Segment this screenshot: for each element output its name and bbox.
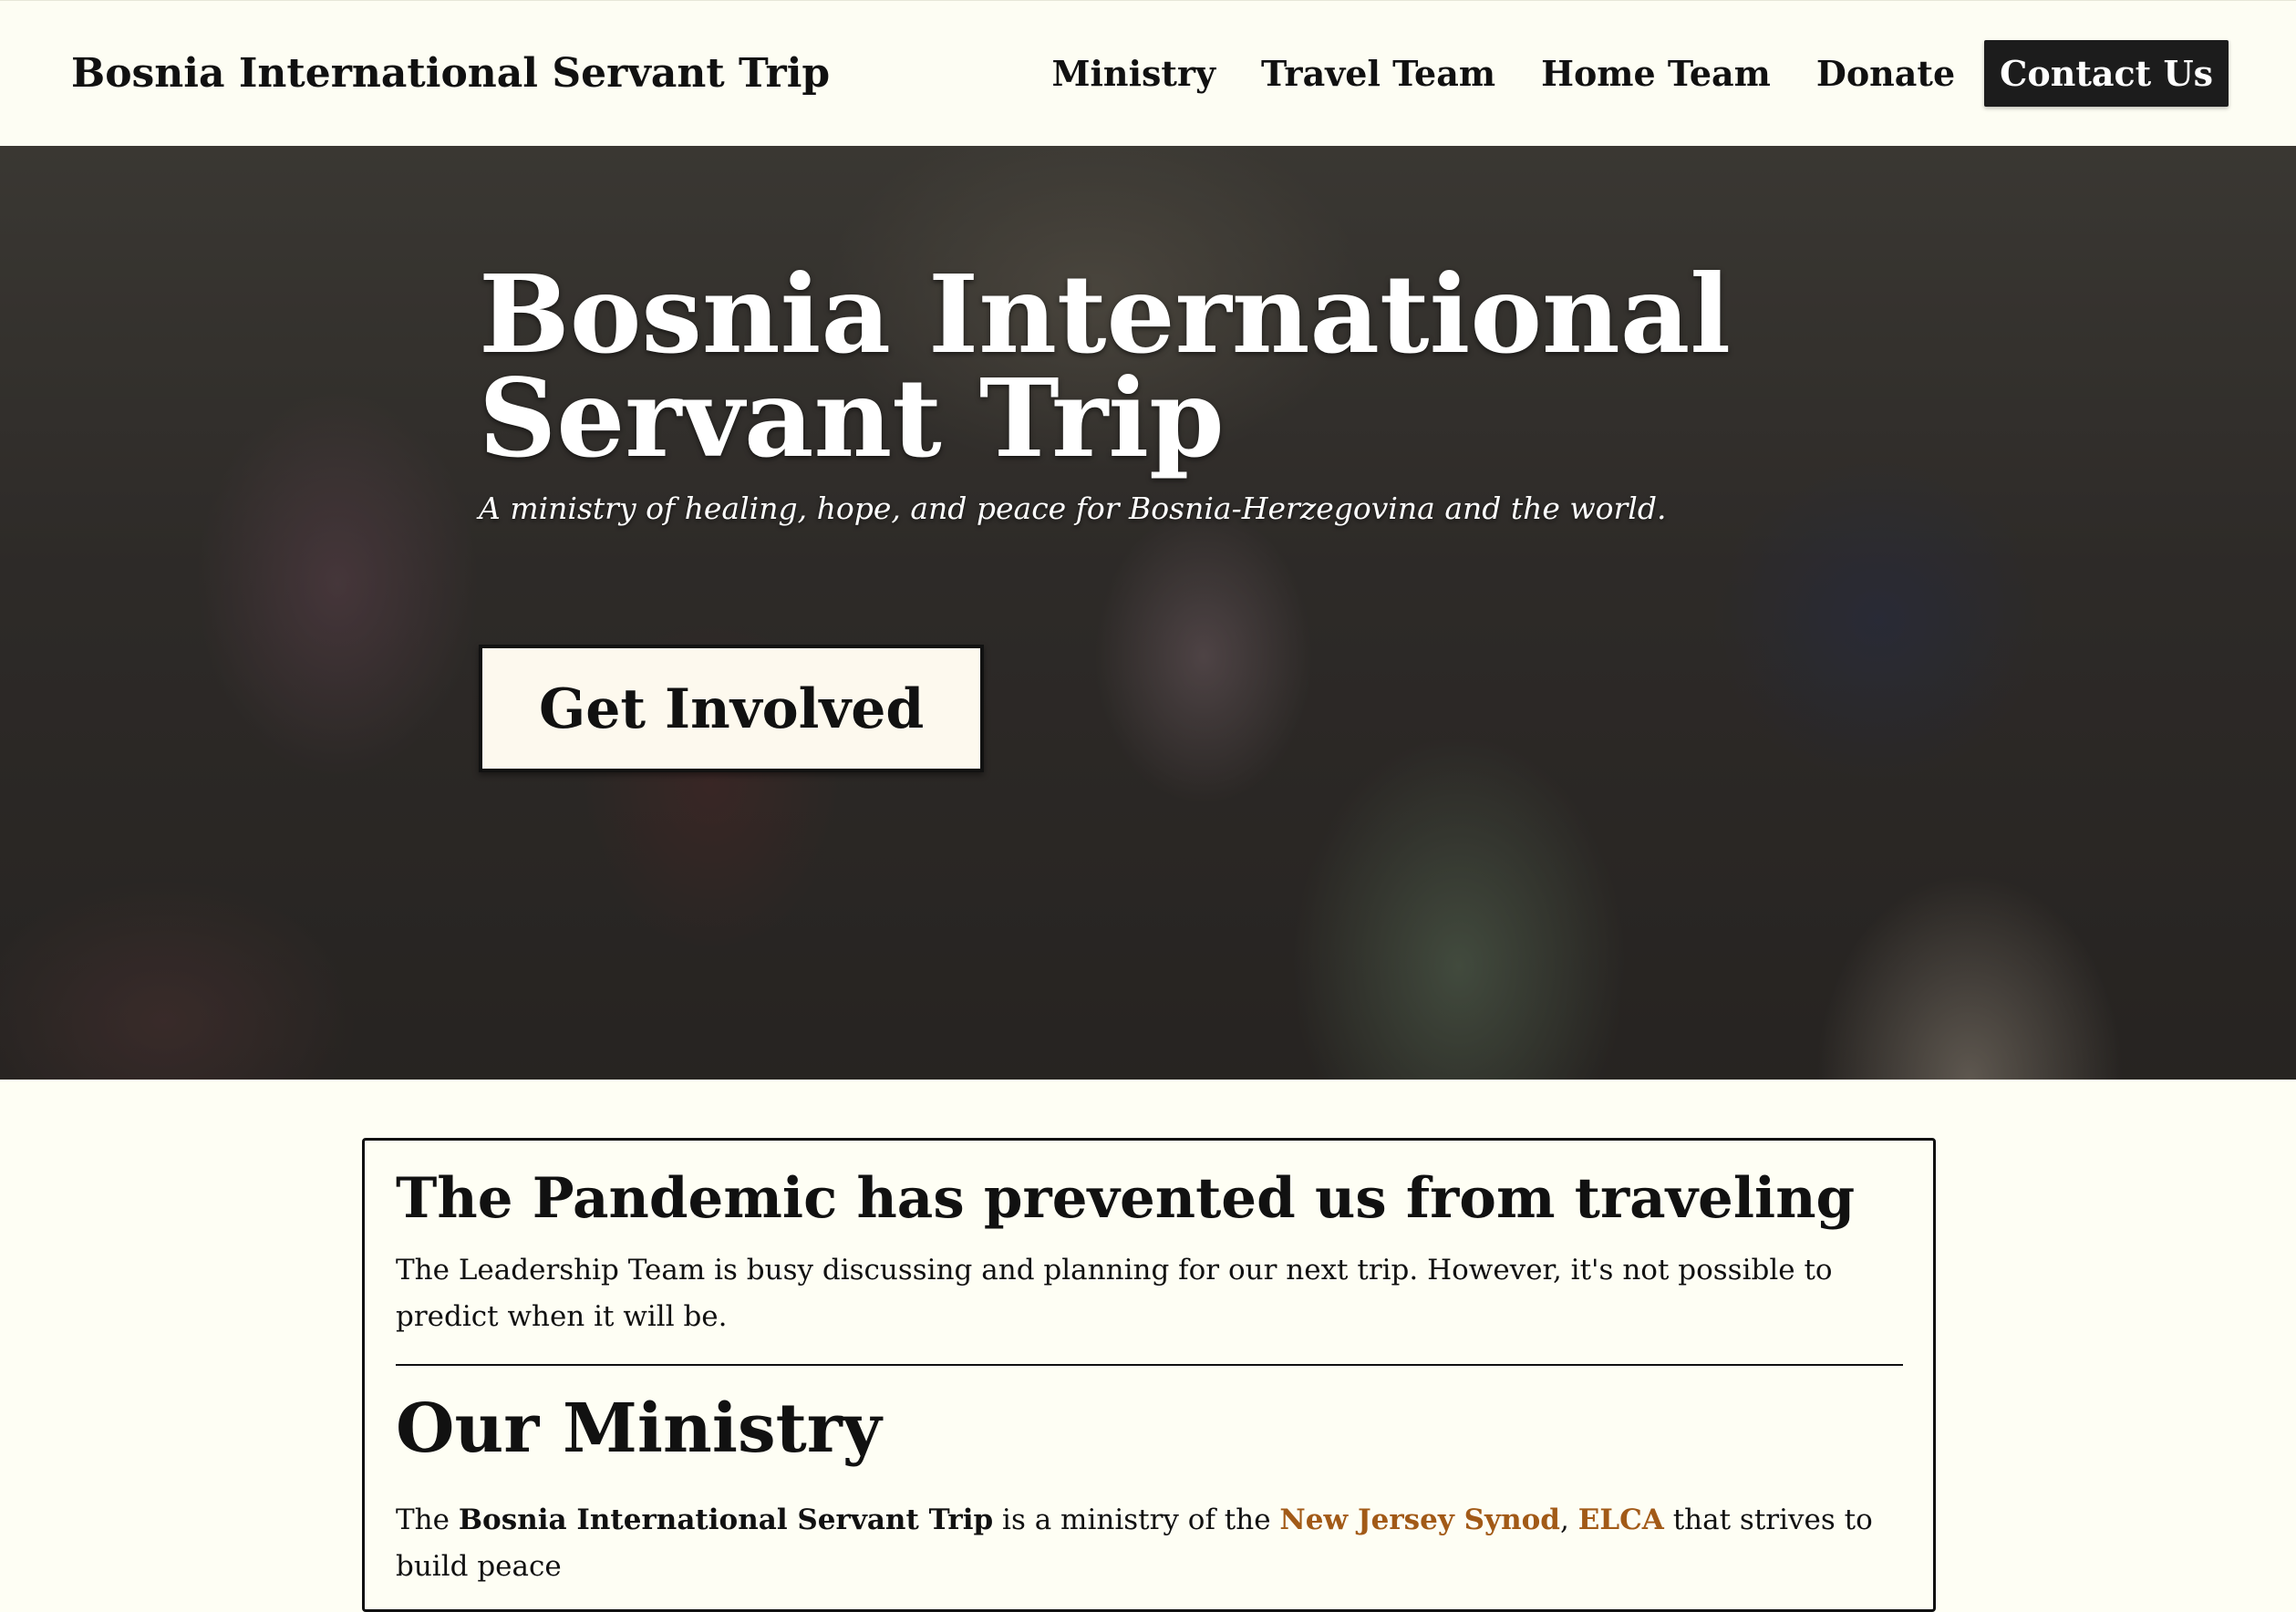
nav-donate[interactable]: Donate (1816, 53, 1955, 94)
hero-subtitle: A ministry of healing, hope, and peace f… (479, 491, 1667, 526)
nav-home-team[interactable]: Home Team (1541, 53, 1771, 94)
hero-title-line2: Servant Trip (479, 355, 1225, 481)
hero-content: Bosnia International Servant Trip A mini… (479, 261, 1731, 772)
hero-banner: Bosnia International Servant Trip A mini… (0, 146, 2296, 1080)
get-involved-button[interactable]: Get Involved (479, 645, 985, 772)
site-header: Bosnia International Servant Trip Minist… (0, 0, 2296, 146)
pandemic-heading: The Pandemic has prevented us from trave… (396, 1166, 1856, 1231)
hero-title: Bosnia International Servant Trip (479, 261, 1731, 472)
elca-link[interactable]: ELCA (1578, 1504, 1664, 1536)
section-divider (396, 1364, 1903, 1366)
site-brand[interactable]: Bosnia International Servant Trip (71, 50, 830, 97)
ministry-text-middle: is a ministry of the (1002, 1504, 1271, 1536)
pandemic-text: The Leadership Team is busy discussing a… (396, 1254, 1833, 1333)
ministry-text: The Bosnia International Servant Trip is… (396, 1497, 1903, 1590)
contact-us-button[interactable]: Contact Us (1984, 40, 2229, 107)
new-jersey-synod-link[interactable]: New Jersey Synod (1279, 1504, 1560, 1536)
ministry-text-the: The (396, 1504, 450, 1536)
content-card: The Pandemic has prevented us from trave… (362, 1138, 1936, 1612)
ministry-heading: Our Ministry (396, 1390, 882, 1468)
program-name: Bosnia International Servant Trip (458, 1504, 994, 1536)
main-nav: Ministry Travel Team Home Team Donate Co… (1006, 40, 2229, 107)
nav-travel-team[interactable]: Travel Team (1261, 53, 1495, 94)
ministry-comma: , (1559, 1504, 1569, 1536)
nav-ministry[interactable]: Ministry (1051, 53, 1215, 94)
